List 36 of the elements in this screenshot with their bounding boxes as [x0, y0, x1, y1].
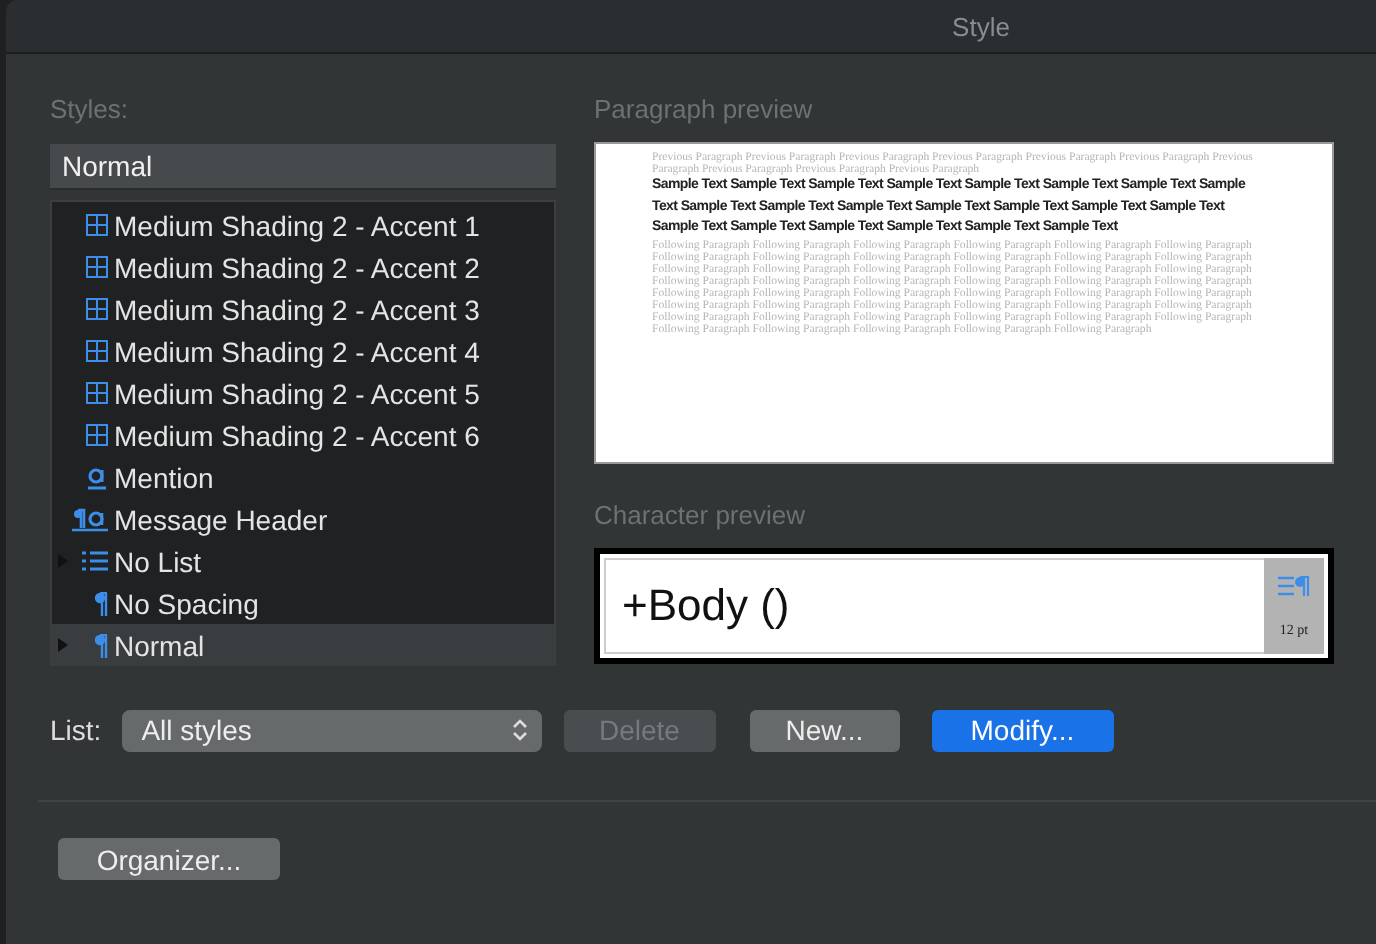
pilcrow-icon	[94, 591, 108, 615]
style-item[interactable]: Medium Shading 2 - Accent 4	[52, 330, 554, 372]
character-preview-label: Character preview	[594, 500, 807, 534]
style-item[interactable]: Medium Shading 2 - Accent 1	[52, 204, 554, 246]
table-icon	[86, 256, 108, 278]
dialog-button[interactable]: Modify...	[931, 709, 1114, 751]
paragraph-preview-label: Paragraph preview	[594, 94, 815, 128]
dialog-button[interactable]: New...	[749, 709, 900, 751]
style-item[interactable]: No List	[52, 540, 554, 582]
list-dropdown[interactable]: All styles	[121, 709, 542, 751]
style-item[interactable]: No Spacing	[52, 582, 554, 624]
table-icon	[86, 214, 108, 236]
paragraph-align-icon	[1278, 575, 1310, 595]
character-style-icon	[86, 464, 108, 490]
style-item[interactable]: Medium Shading 2 - Accent 6	[52, 414, 554, 456]
organizer-button[interactable]: Organizer...	[58, 838, 280, 880]
table-icon	[86, 298, 108, 320]
character-preview-text: +Body ()	[604, 558, 1264, 654]
table-icon	[86, 340, 108, 362]
table-icon	[86, 382, 108, 404]
style-item[interactable]: Normal	[52, 624, 554, 666]
window-title: Style	[952, 11, 1010, 41]
chevron-updown-icon	[511, 718, 528, 742]
style-name-field[interactable]: Normal	[50, 144, 556, 190]
style-item[interactable]: Medium Shading 2 - Accent 3	[52, 288, 554, 330]
style-item[interactable]: Medium Shading 2 - Accent 5	[52, 372, 554, 414]
list-icon	[82, 550, 108, 572]
list-label: List:	[50, 714, 102, 746]
pilcrow-icon	[94, 633, 108, 657]
disclosure-icon[interactable]	[57, 638, 67, 652]
style-item[interactable]: Medium Shading 2 - Accent 2	[52, 246, 554, 288]
table-icon	[86, 424, 108, 446]
style-item[interactable]: Mention	[52, 456, 554, 498]
linked-style-icon	[72, 506, 108, 532]
style-item[interactable]: Message Header	[52, 498, 554, 540]
styles-label: Styles:	[50, 94, 131, 128]
